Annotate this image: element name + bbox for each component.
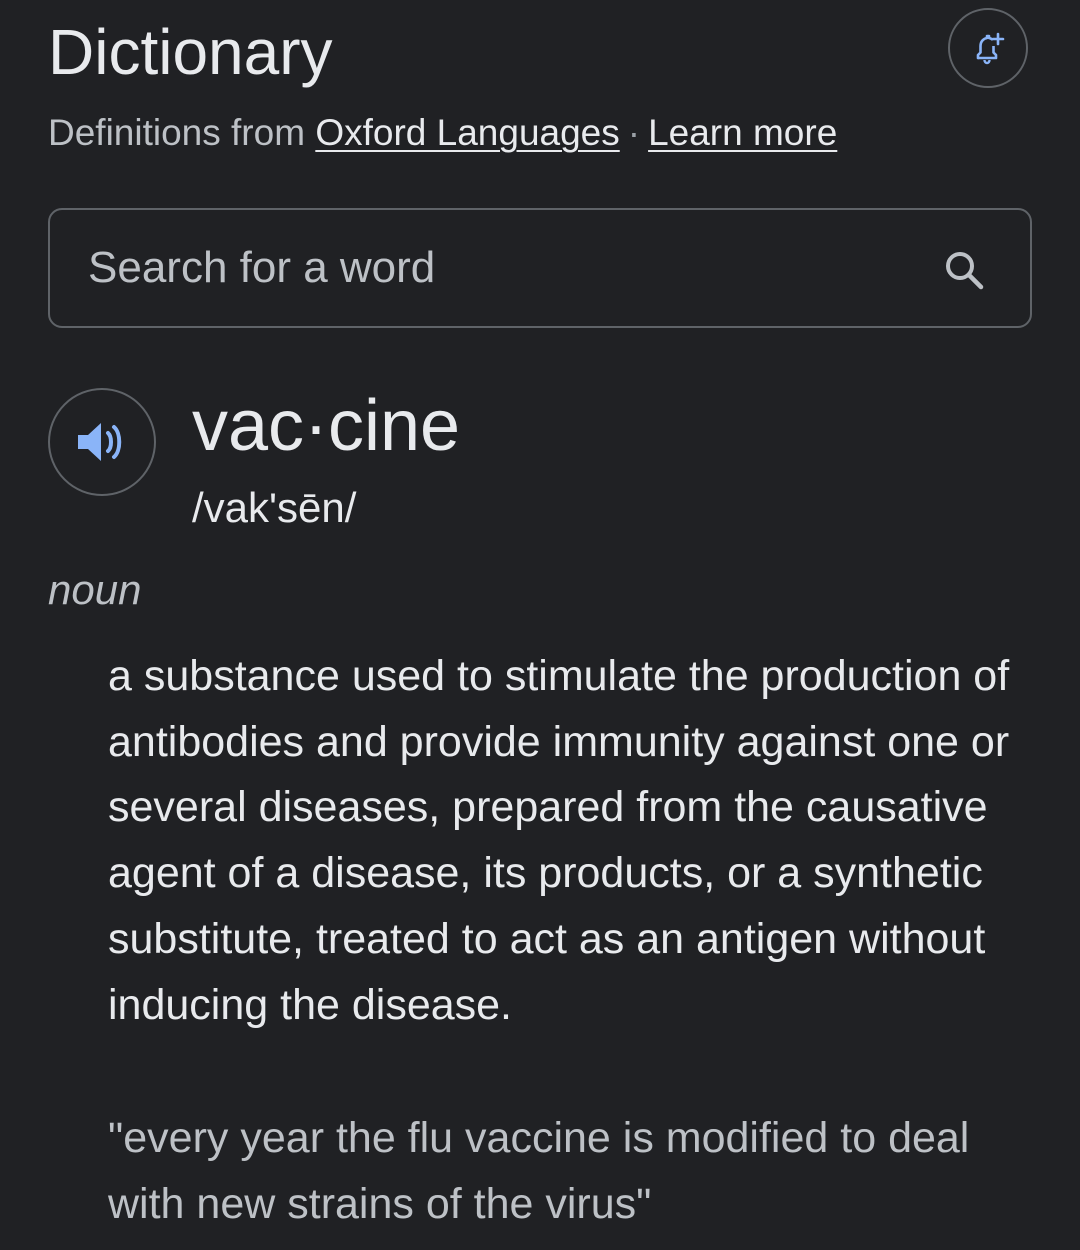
bell-plus-icon	[976, 32, 1005, 65]
source-attribution: Definitions from Oxford Languages · Learn …	[48, 108, 837, 158]
word-search-box[interactable]	[48, 208, 1032, 328]
set-alert-button[interactable]	[948, 8, 1028, 88]
search-input[interactable]	[88, 210, 908, 326]
source-prefix: Definitions from	[48, 112, 306, 153]
phonetic-spelling: /vak'sēn/	[192, 484, 357, 531]
example-sentence: "every year the flu vaccine is modified …	[108, 1114, 970, 1228]
source-separator: ·	[627, 112, 641, 153]
speaker-icon	[78, 423, 122, 461]
headword: vac·cine	[192, 386, 461, 466]
definition-text: a substance used to stimulate the produc…	[108, 652, 1010, 1029]
oxford-languages-link[interactable]: Oxford Languages	[315, 112, 619, 153]
part-of-speech: noun	[48, 566, 142, 613]
pronunciation-audio-button[interactable]	[48, 388, 156, 496]
page-title: Dictionary	[48, 16, 333, 88]
search-icon[interactable]	[942, 248, 986, 292]
dictionary-header: Dictionary	[48, 8, 1032, 102]
learn-more-link[interactable]: Learn more	[648, 112, 837, 153]
